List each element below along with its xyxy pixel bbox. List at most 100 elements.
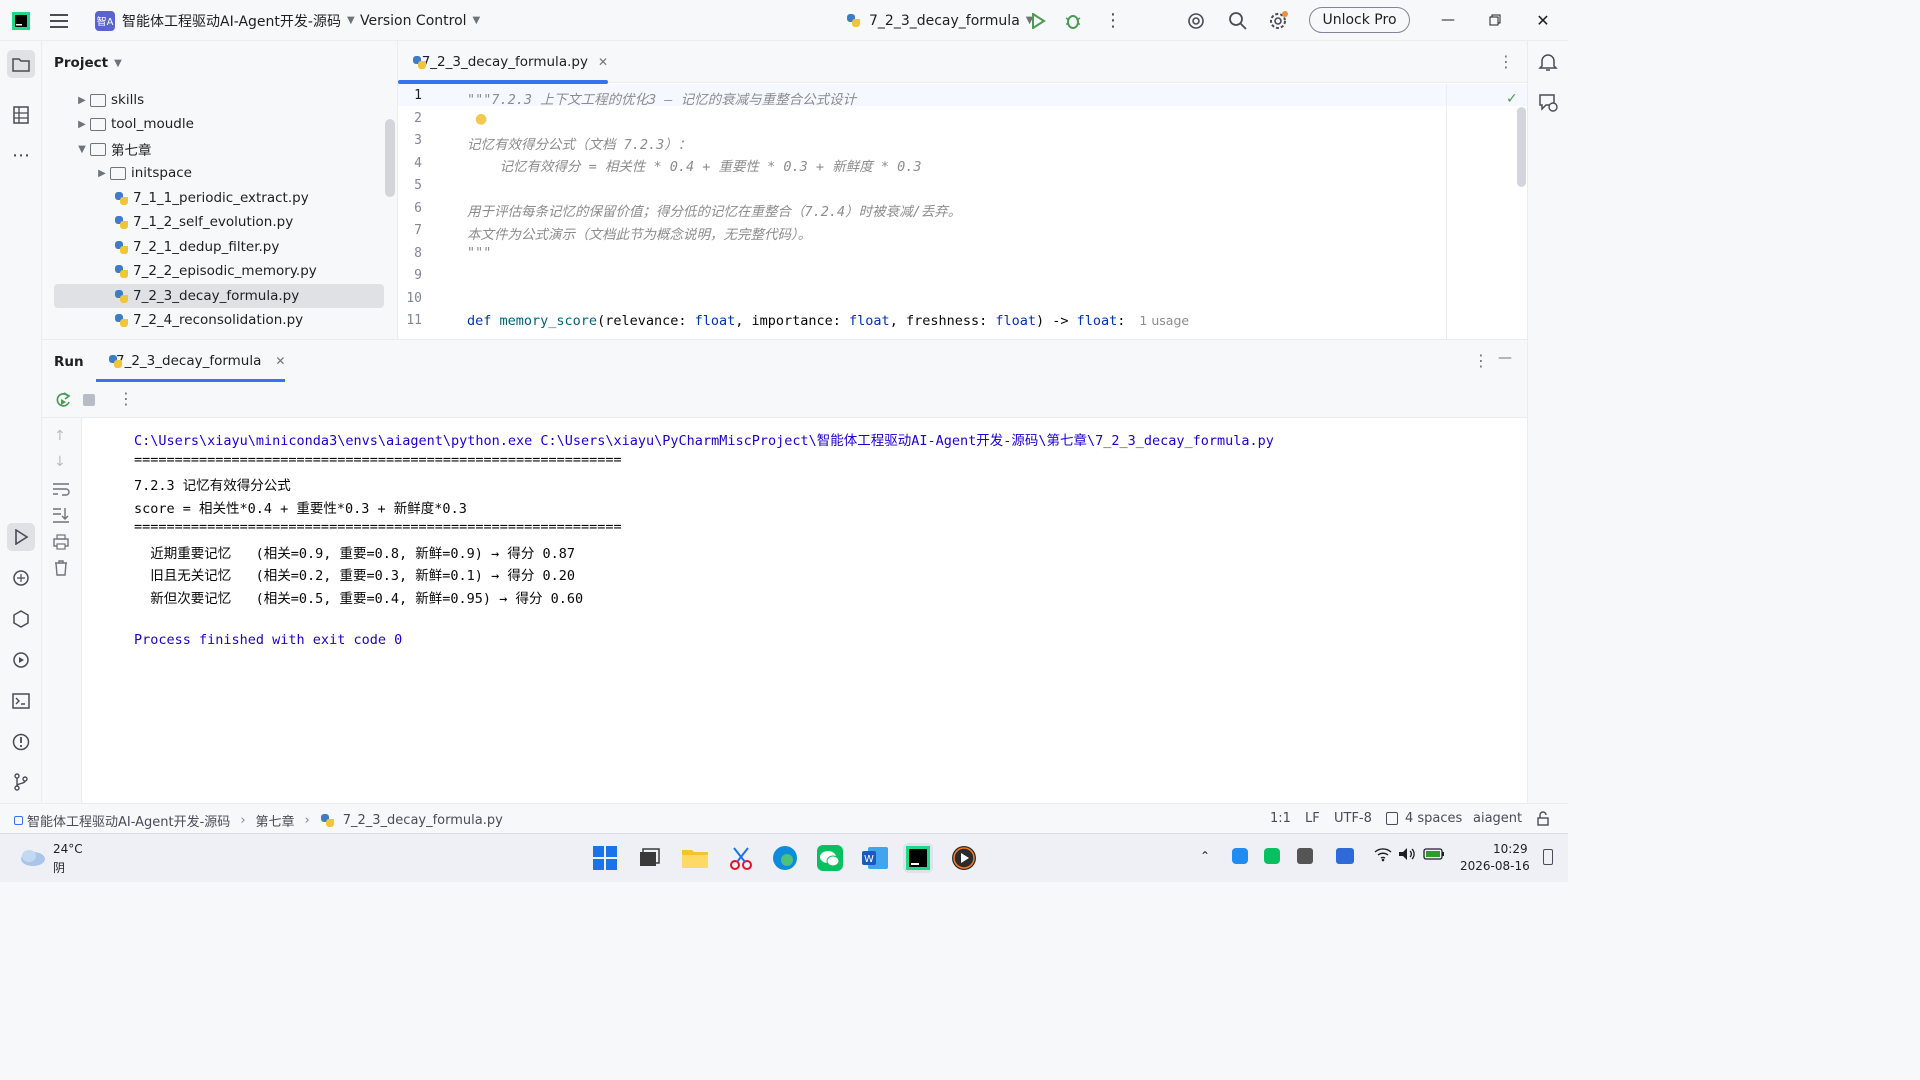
tab-actions-icon[interactable]: ⋮ [1498,52,1514,71]
start-windows-icon[interactable] [590,843,620,873]
battery-icon[interactable] [1423,848,1445,864]
chevron-up-icon[interactable]: ⌃ [1200,849,1210,863]
project-scrollbar[interactable] [385,119,395,197]
hide-panel-icon[interactable]: — [1498,350,1512,366]
close-tab-icon[interactable]: ✕ [598,55,608,69]
ai-assistant-icon[interactable] [1186,0,1206,41]
stop-icon[interactable] [83,394,95,406]
console-command-line[interactable]: C:\Users\xiayu\miniconda3\envs\aiagent\p… [134,429,1274,449]
tray-app-icon[interactable] [1232,848,1248,864]
arrow-down-icon[interactable]: ↓ [54,454,66,470]
tree-item-file[interactable]: 7_2_2_episodic_memory.py [42,259,384,283]
code-line[interactable]: 用于评估每条记忆的保留价值；得分低的记忆在重整合（7.2.4）时被衰减/丢弃。 [467,200,961,220]
weather-condition[interactable]: 阴 [53,859,65,876]
code-line[interactable]: 记忆有效得分公式（文档 7.2.3）： [467,133,691,153]
edge-browser-icon[interactable] [770,843,800,873]
indent-setting[interactable]: 4 spaces [1405,811,1462,826]
more-tools-icon[interactable]: ⋯ [9,143,33,167]
run-tab[interactable]: 7_2_3_decay_formula ✕ [96,340,285,382]
arrow-up-icon[interactable]: ↑ [54,428,66,444]
debug-icon[interactable] [1064,0,1082,41]
run-options-icon[interactable]: ⋮ [1473,351,1489,370]
chevron-down-icon[interactable]: ▼ [74,144,90,155]
run-tool-icon[interactable] [7,523,35,551]
problems-icon[interactable] [9,730,33,754]
lightbulb-icon[interactable]: ● [475,111,487,127]
code-line[interactable]: 记忆有效得分 = 相关性 * 0.4 + 重要性 * 0.3 + 新鲜度 * 0… [467,155,922,175]
rerun-icon[interactable] [54,391,72,413]
pycharm-logo-icon[interactable] [12,0,30,41]
clock-date[interactable]: 2026-08-16 [1460,859,1530,873]
wechat-icon[interactable] [815,843,845,873]
editor-tab[interactable]: 7_2_3_decay_formula.py ✕ [398,41,608,84]
git-icon[interactable] [9,770,33,794]
run-icon[interactable] [1030,0,1046,41]
project-widget[interactable]: 智A 智能体工程驱动AI-Agent开发-源码 ▼ [95,0,355,41]
breadcrumb-item[interactable]: 7_2_3_decay_formula.py [343,813,503,828]
notifications-bell-icon[interactable] [1538,52,1558,76]
breadcrumb-item[interactable]: 智能体工程驱动AI-Agent开发-源码 [27,811,230,830]
settings-gear-icon[interactable] [1268,0,1290,41]
services-icon[interactable] [9,648,33,672]
more-actions-icon[interactable]: ⋮ [1104,0,1122,41]
tree-item-tool-moudle[interactable]: ▶ tool_moudle [42,112,384,136]
soft-wrap-icon[interactable] [52,482,70,500]
code-line[interactable]: """ [467,245,491,261]
tree-item-skills[interactable]: ▶ skills [42,88,384,112]
more-actions-icon[interactable]: ⋮ [118,389,134,408]
task-view-icon[interactable] [634,843,664,873]
tree-item-chapter7[interactable]: ▼ 第七章 [42,137,384,161]
file-encoding[interactable]: UTF-8 [1334,811,1372,826]
search-icon[interactable] [1228,0,1248,41]
tree-item-file[interactable]: 7_2_1_dedup_filter.py [42,235,384,259]
chevron-right-icon[interactable]: ▶ [74,95,90,106]
inspection-ok-icon[interactable]: ✓ [1506,91,1518,107]
chevron-right-icon[interactable]: ▶ [74,119,90,130]
clear-trash-icon[interactable] [54,560,68,580]
tree-item-file[interactable]: 7_1_2_self_evolution.py [42,210,384,234]
run-config-selector[interactable]: 7_2_3_decay_formula ▼ [846,0,1033,41]
chevron-right-icon[interactable]: ▶ [94,168,110,179]
terminal-icon[interactable] [9,689,33,713]
caret-position[interactable]: 1:1 [1270,811,1291,826]
vcs-widget[interactable]: Version Control ▼ [360,0,480,41]
line-separator[interactable]: LF [1305,811,1320,826]
lock-icon[interactable] [1536,811,1550,830]
weather-cloud-icon[interactable] [18,847,46,871]
restore-icon[interactable] [1483,8,1507,32]
tree-item-file[interactable]: 7_1_1_periodic_extract.py [42,186,384,210]
tree-item-file-selected[interactable]: 7_2_3_decay_formula.py [54,284,384,308]
pycharm-taskbar-icon[interactable] [903,843,933,873]
weather-temp[interactable]: 24°C [53,842,83,856]
tree-item-initspace[interactable]: ▶ initspace [42,161,384,185]
close-icon[interactable]: ✕ [1531,8,1555,32]
media-player-icon[interactable] [949,843,979,873]
scroll-to-end-icon[interactable] [52,507,70,527]
snipping-tool-icon[interactable] [726,843,756,873]
usage-hint[interactable]: 1 usage [1139,313,1189,328]
wifi-icon[interactable] [1374,846,1392,866]
minimize-icon[interactable]: — [1436,8,1460,32]
print-icon[interactable] [53,534,69,554]
close-tab-icon[interactable]: ✕ [275,354,285,368]
clock-time[interactable]: 10:29 [1493,842,1528,856]
editor-scrollbar[interactable] [1517,107,1526,187]
ai-chat-icon[interactable] [1538,93,1560,117]
breadcrumb-item[interactable]: 第七章 [256,811,295,830]
unlock-pro-button[interactable]: Unlock Pro [1309,7,1410,33]
project-folder-icon[interactable] [7,50,35,78]
python-console-icon[interactable] [9,566,33,590]
word-icon[interactable]: W [860,843,890,873]
structure-icon[interactable] [9,103,33,127]
volume-icon[interactable] [1398,846,1416,866]
tray-app-icon[interactable] [1297,848,1313,864]
project-panel-title[interactable]: Project ▼ [54,55,122,71]
code-line[interactable]: """7.2.3 上下文工程的优化3 — 记忆的衰减与重整合公式设计 [467,88,856,108]
tray-wechat-icon[interactable] [1264,848,1280,864]
python-interpreter[interactable]: aiagent [1473,811,1522,826]
code-line-def[interactable]: def memory_score(relevance: float, impor… [467,313,1189,329]
tree-item-file[interactable]: 7_2_4_reconsolidation.py [42,308,384,332]
console-output[interactable]: C:\Users\xiayu\miniconda3\envs\aiagent\p… [82,418,1527,804]
code-line[interactable]: 本文件为公式演示（文档此节为概念说明，无完整代码）。 [467,223,811,243]
python-packages-icon[interactable] [9,607,33,631]
